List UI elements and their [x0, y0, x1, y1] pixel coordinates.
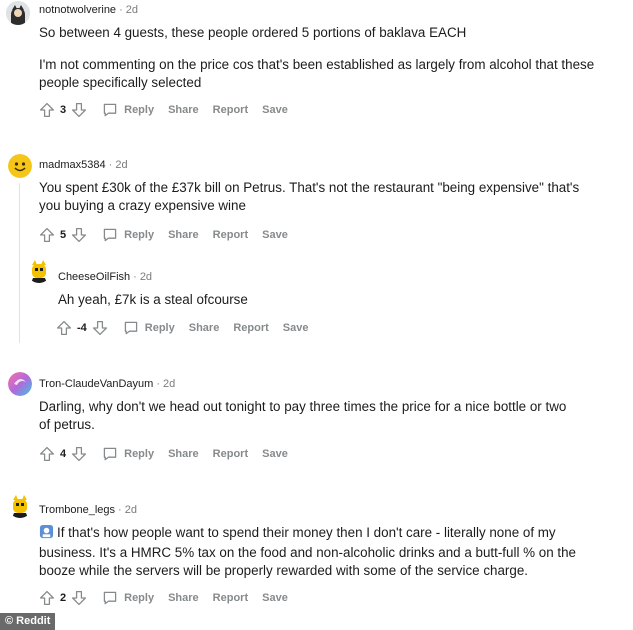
- save-button[interactable]: Save: [262, 448, 288, 460]
- vote-score: -4: [77, 322, 87, 334]
- vote-score: 4: [60, 448, 67, 460]
- reddit-watermark: © Reddit: [0, 613, 56, 630]
- timestamp[interactable]: 2d: [163, 378, 175, 390]
- comment-paragraph: If that's how people want to spend their…: [39, 524, 604, 580]
- save-button[interactable]: Save: [262, 104, 288, 116]
- downvote-icon[interactable]: [91, 319, 109, 337]
- username[interactable]: Trombone_legs: [39, 504, 115, 516]
- comment-paragraph: So between 4 guests, these people ordere…: [39, 25, 467, 40]
- share-button[interactable]: Share: [189, 322, 220, 334]
- reply-button[interactable]: Reply: [123, 320, 175, 336]
- thread-line[interactable]: [19, 183, 20, 343]
- comment-actions: 3 Reply Share Report Save: [38, 100, 288, 120]
- downvote-icon[interactable]: [70, 589, 88, 607]
- user-avatar[interactable]: [8, 154, 32, 178]
- yellow-character-avatar-icon: [8, 494, 32, 518]
- comment-actions: 2 Reply Share Report Save: [38, 588, 288, 608]
- comment-paragraph: Ah yeah, £7k is a steal ofcourse: [58, 292, 248, 307]
- comment-body: Darling, why don't we head out tonight t…: [39, 398, 579, 434]
- upvote-icon[interactable]: [55, 319, 73, 337]
- vote-score: 5: [60, 229, 67, 241]
- user-avatar[interactable]: [8, 372, 32, 396]
- comment-body: You spent £30k of the £37k bill on Petru…: [39, 179, 599, 215]
- username[interactable]: Tron-ClaudeVanDayum: [39, 378, 153, 390]
- comment-actions: -4 Reply Share Report Save: [55, 318, 308, 338]
- downvote-icon[interactable]: [70, 101, 88, 119]
- comment-bubble-icon: [102, 227, 118, 243]
- comment-paragraph: You spent £30k of the £37k bill on Petru…: [39, 180, 580, 213]
- timestamp[interactable]: 2d: [126, 4, 138, 16]
- save-button[interactable]: Save: [283, 322, 309, 334]
- user-avatar[interactable]: [27, 259, 51, 283]
- username[interactable]: notnotwolverine: [39, 4, 116, 16]
- upvote-icon[interactable]: [38, 101, 56, 119]
- reply-button[interactable]: Reply: [102, 102, 154, 118]
- comment-bubble-icon: [102, 590, 118, 606]
- downvote-icon[interactable]: [70, 226, 88, 244]
- comment-body: Ah yeah, £7k is a steal ofcourse: [58, 291, 598, 309]
- dark-character-avatar-icon: [6, 1, 30, 25]
- comment-paragraph: Darling, why don't we head out tonight t…: [39, 399, 567, 432]
- comment-bubble-icon: [102, 446, 118, 462]
- pink-swirl-avatar-icon: [8, 372, 32, 396]
- save-button[interactable]: Save: [262, 229, 288, 241]
- save-button[interactable]: Save: [262, 592, 288, 604]
- reply-button[interactable]: Reply: [102, 590, 154, 606]
- reply-button[interactable]: Reply: [102, 446, 154, 462]
- yellow-smiley-avatar-icon: [8, 154, 32, 178]
- user-avatar[interactable]: [6, 1, 30, 25]
- username[interactable]: madmax5384: [39, 159, 106, 171]
- downvote-icon[interactable]: [70, 445, 88, 463]
- comment-paragraph-text: If that's how people want to spend their…: [39, 525, 576, 578]
- separator-dot: ·: [108, 159, 113, 171]
- comment-paragraph: I'm not commenting on the price cos that…: [39, 57, 595, 90]
- upvote-icon[interactable]: [38, 445, 56, 463]
- vote-score: 2: [60, 592, 67, 604]
- separator-dot: ·: [156, 378, 161, 390]
- vote-score: 3: [60, 104, 67, 116]
- share-button[interactable]: Share: [168, 229, 199, 241]
- timestamp[interactable]: 2d: [125, 504, 137, 516]
- share-button[interactable]: Share: [168, 448, 199, 460]
- separator-dot: ·: [119, 4, 123, 16]
- upvote-icon[interactable]: [38, 226, 56, 244]
- report-button[interactable]: Report: [233, 322, 268, 334]
- yellow-character-avatar-icon: [27, 259, 51, 283]
- report-button[interactable]: Report: [213, 592, 248, 604]
- comment-bubble-icon: [102, 102, 118, 118]
- report-button[interactable]: Report: [213, 104, 248, 116]
- report-button[interactable]: Report: [213, 229, 248, 241]
- share-button[interactable]: Share: [168, 592, 199, 604]
- comment-actions: 5 Reply Share Report Save: [38, 225, 288, 245]
- emote-icon: [39, 524, 54, 544]
- comment-body: If that's how people want to spend their…: [39, 524, 604, 580]
- comment-bubble-icon: [123, 320, 139, 336]
- comment-actions: 4 Reply Share Report Save: [38, 444, 288, 464]
- username[interactable]: CheeseOilFish: [58, 271, 130, 283]
- share-button[interactable]: Share: [168, 104, 199, 116]
- report-button[interactable]: Report: [213, 448, 248, 460]
- reply-button[interactable]: Reply: [102, 227, 154, 243]
- timestamp[interactable]: 2d: [115, 159, 127, 171]
- separator-dot: ·: [118, 504, 122, 516]
- separator-dot: ·: [133, 271, 137, 283]
- user-avatar[interactable]: [8, 494, 32, 518]
- upvote-icon[interactable]: [38, 589, 56, 607]
- timestamp[interactable]: 2d: [140, 271, 152, 283]
- comment-body: So between 4 guests, these people ordere…: [39, 24, 599, 92]
